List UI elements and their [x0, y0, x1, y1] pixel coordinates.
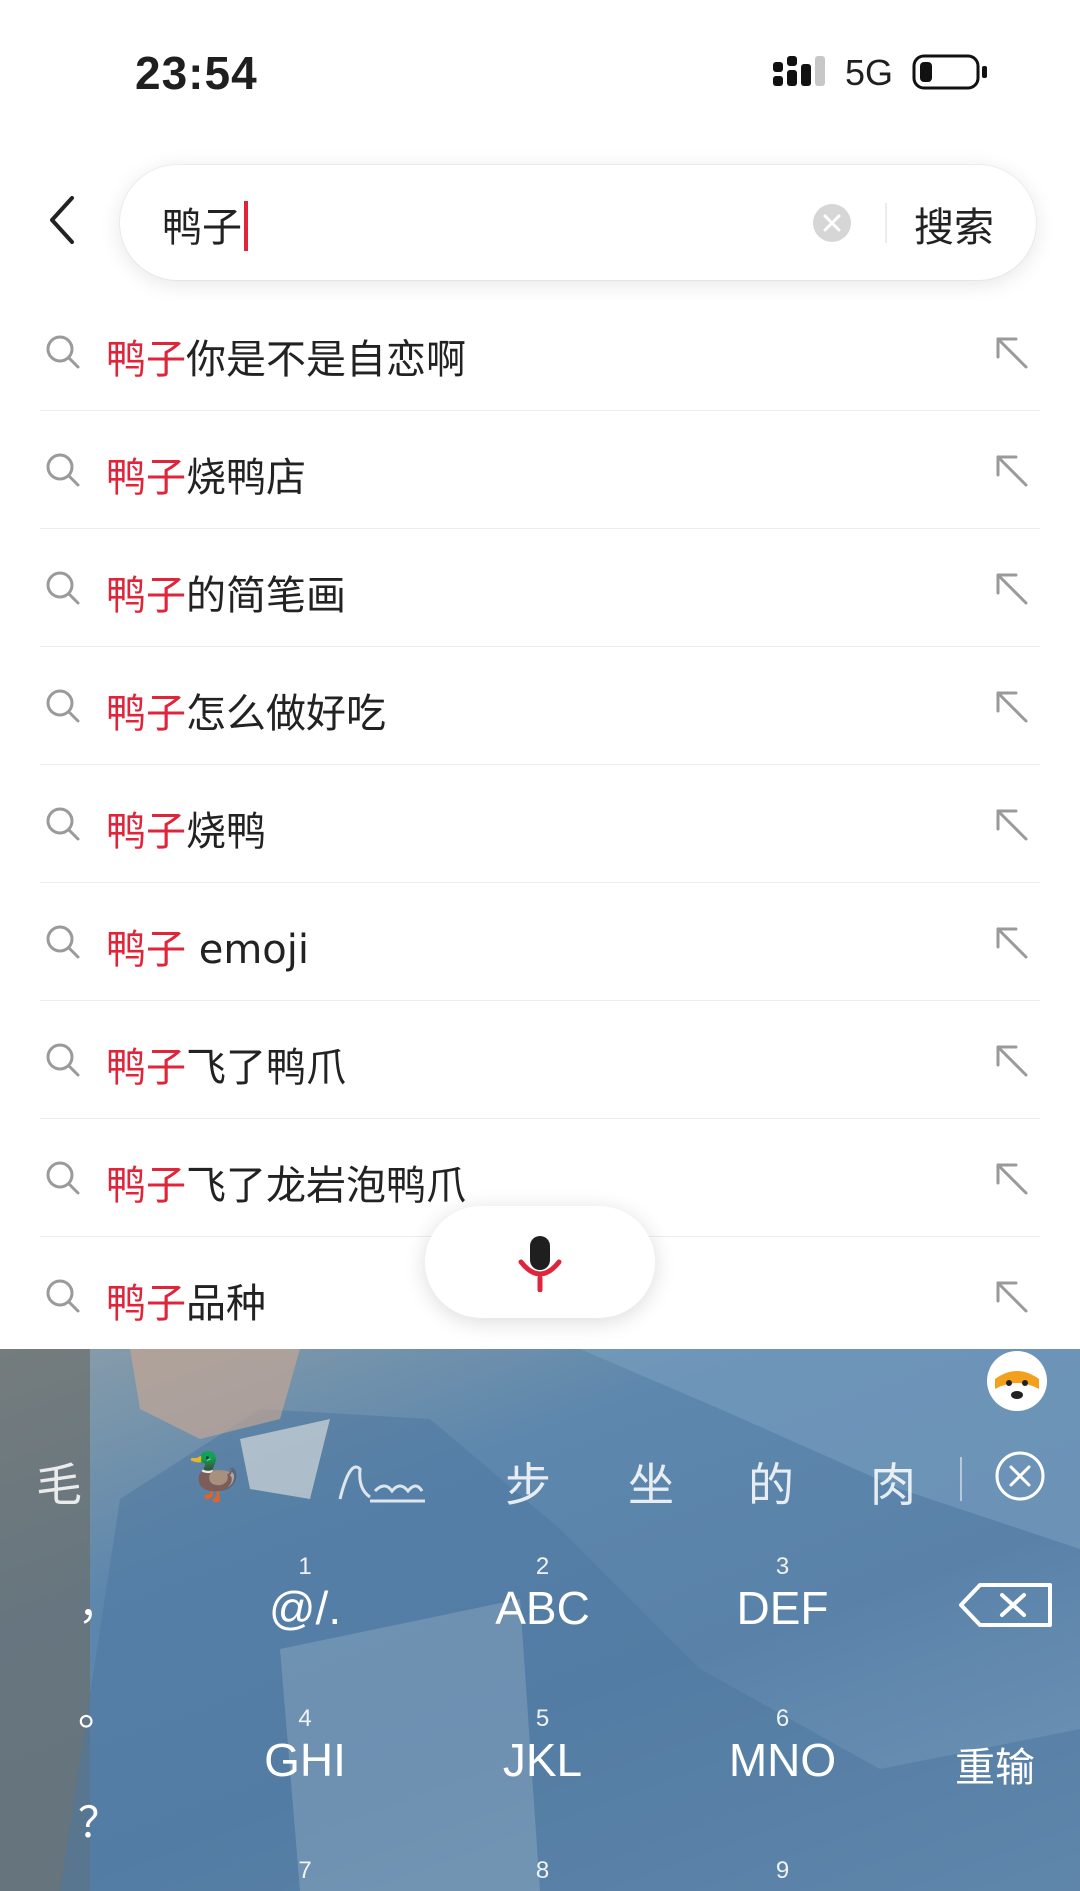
- back-arrow-icon[interactable]: [40, 190, 90, 250]
- suggestion-item[interactable]: 鸭子烧鸭店: [0, 411, 1080, 529]
- keyboard: 毛 🦆 步 坐 的 肉 ， 。 ？ 1 @/. 2 ABC 3 DEF 4 GH…: [0, 1349, 1080, 1891]
- suggestion-text: 怎么做好吃: [186, 691, 386, 737]
- suggestion-highlight: 鸭子: [106, 1281, 186, 1327]
- suggestion-item[interactable]: 鸭子的简笔画: [0, 529, 1080, 647]
- fill-query-arrow-icon[interactable]: [992, 805, 1030, 843]
- search-row: 鸭子 搜索: [0, 160, 1080, 285]
- suggestion-list: 鸭子你是不是自恋啊 鸭子烧鸭店 鸭子的简笔画 鸭子怎么做好吃 鸭子烧鸭 鸭子 e…: [0, 293, 1080, 1355]
- battery-icon: [912, 54, 987, 90]
- suggestion-highlight: 鸭子: [106, 809, 186, 855]
- keyboard-mascot-icon[interactable]: [985, 1349, 1049, 1413]
- text-caret: [244, 201, 248, 251]
- suggestion-highlight: 鸭子: [106, 337, 186, 383]
- search-button[interactable]: 搜索: [914, 195, 994, 253]
- fill-query-arrow-icon[interactable]: [992, 1159, 1030, 1197]
- suggestion-text: 飞了龙岩泡鸭爪: [186, 1163, 466, 1209]
- candidate-separator: [960, 1457, 962, 1501]
- candidate-word[interactable]: 的: [748, 1449, 794, 1515]
- key-3-def[interactable]: 3 DEF: [710, 1553, 855, 1635]
- fill-query-arrow-icon[interactable]: [992, 923, 1030, 961]
- signal-strength-icon: [773, 56, 825, 86]
- suggestion-highlight: 鸭子: [106, 1045, 186, 1091]
- candidate-word[interactable]: 毛: [36, 1449, 82, 1515]
- key-7-pqrs[interactable]: 7: [240, 1857, 370, 1885]
- suggestion-text: 的简笔画: [186, 573, 346, 619]
- candidate-word[interactable]: 步: [505, 1449, 551, 1515]
- key-8-tuv[interactable]: 8: [470, 1857, 615, 1885]
- suggestion-text: 飞了鸭爪: [186, 1045, 346, 1091]
- candidate-emoji[interactable]: 🦆: [186, 1449, 243, 1504]
- punctuation-question-key[interactable]: ？: [78, 1789, 120, 1850]
- key-9-wxyz[interactable]: 9: [710, 1857, 855, 1885]
- fill-query-arrow-icon[interactable]: [992, 1041, 1030, 1079]
- suggestion-item[interactable]: 鸭子烧鸭: [0, 765, 1080, 883]
- search-icon: [46, 1161, 80, 1195]
- suggestion-item[interactable]: 鸭子你是不是自恋啊: [0, 293, 1080, 411]
- backspace-icon[interactable]: [958, 1582, 1054, 1628]
- candidate-bar: 毛 🦆 步 坐 的 肉: [0, 1429, 1080, 1529]
- search-icon: [46, 925, 80, 959]
- search-icon: [46, 335, 80, 369]
- suggestion-text: 烧鸭店: [186, 455, 306, 501]
- key-2-abc[interactable]: 2 ABC: [470, 1553, 615, 1635]
- status-time: 23:54: [135, 47, 258, 99]
- swimming-duck-sticker-icon[interactable]: [330, 1449, 430, 1509]
- search-icon: [46, 571, 80, 605]
- suggestion-highlight: 鸭子: [106, 1163, 186, 1209]
- clear-icon[interactable]: [812, 203, 852, 243]
- suggestion-item[interactable]: 鸭子飞了鸭爪: [0, 1001, 1080, 1119]
- punctuation-comma-key[interactable]: ，: [78, 1571, 120, 1632]
- fill-query-arrow-icon[interactable]: [992, 1277, 1030, 1315]
- suggestion-text: 你是不是自恋啊: [186, 337, 466, 383]
- fill-query-arrow-icon[interactable]: [992, 333, 1030, 371]
- suggestion-text: 品种: [186, 1281, 266, 1327]
- search-query: 鸭子: [162, 205, 242, 251]
- fill-query-arrow-icon[interactable]: [992, 687, 1030, 725]
- close-candidates-icon[interactable]: [993, 1449, 1047, 1503]
- candidate-word[interactable]: 坐: [628, 1449, 674, 1515]
- microphone-icon: [518, 1236, 562, 1292]
- suggestion-text: 烧鸭: [186, 809, 266, 855]
- suggestion-item[interactable]: 鸭子怎么做好吃: [0, 647, 1080, 765]
- suggestion-item[interactable]: 鸭子 emoji: [0, 883, 1080, 1001]
- search-icon: [46, 807, 80, 841]
- network-type: 5G: [845, 52, 894, 93]
- candidate-word[interactable]: 肉: [870, 1449, 916, 1515]
- fill-query-arrow-icon[interactable]: [992, 451, 1030, 489]
- suggestion-highlight: 鸭子: [106, 927, 186, 973]
- suggestion-highlight: 鸭子: [106, 455, 186, 501]
- status-bar: 23:54 5G: [0, 0, 1080, 150]
- suggestion-text: emoji: [186, 927, 309, 973]
- search-icon: [46, 1279, 80, 1313]
- key-5-jkl[interactable]: 5 JKL: [470, 1705, 615, 1787]
- search-input[interactable]: 鸭子 搜索: [120, 165, 1036, 280]
- search-icon: [46, 453, 80, 487]
- search-icon: [46, 1043, 80, 1077]
- key-1[interactable]: 1 @/.: [240, 1553, 370, 1635]
- retype-key[interactable]: 重输: [940, 1735, 1050, 1793]
- suggestion-highlight: 鸭子: [106, 691, 186, 737]
- search-divider: [885, 203, 887, 243]
- punctuation-period-key[interactable]: 。: [78, 1677, 120, 1738]
- key-6-mno[interactable]: 6 MNO: [710, 1705, 855, 1787]
- voice-input-button[interactable]: [425, 1206, 655, 1318]
- key-4-ghi[interactable]: 4 GHI: [240, 1705, 370, 1787]
- search-icon: [46, 689, 80, 723]
- suggestion-highlight: 鸭子: [106, 573, 186, 619]
- fill-query-arrow-icon[interactable]: [992, 569, 1030, 607]
